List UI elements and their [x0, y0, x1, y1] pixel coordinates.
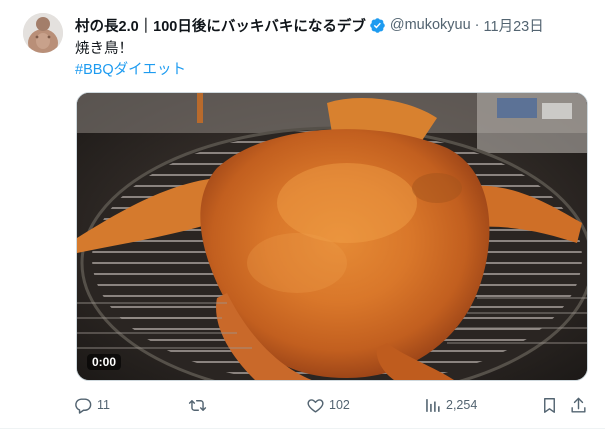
tweet-header: 村の長2.0｜100日後にバッキバキになるデブ @mukokyuu · 11月2… [75, 14, 591, 36]
action-bar: 11 102 2,254 [74, 392, 594, 418]
hashtag-line: #BBQダイエット [75, 60, 186, 80]
like-count: 102 [329, 398, 350, 412]
like-button[interactable]: 102 [306, 392, 350, 418]
post-date[interactable]: 11月23日 [484, 15, 544, 36]
retweet-button[interactable] [188, 392, 211, 418]
reply-button[interactable]: 11 [74, 392, 110, 418]
tweet-text: 焼き鳥！ [75, 41, 133, 57]
avatar-image [23, 13, 63, 53]
bookmark-button[interactable] [540, 392, 559, 418]
author-handle[interactable]: @mukokyuu [390, 17, 471, 33]
video-player[interactable]: 0:00 [76, 92, 588, 381]
views-button[interactable]: 2,254 [423, 392, 477, 418]
bookmark-icon [544, 397, 555, 413]
author-display-name[interactable]: 村の長2.0｜100日後にバッキバキになるデブ [75, 15, 366, 36]
video-timestamp: 0:00 [87, 354, 122, 370]
views-count: 2,254 [446, 398, 478, 412]
video-thumbnail [77, 93, 587, 380]
reply-icon [75, 397, 92, 414]
verified-badge-icon[interactable] [369, 17, 386, 34]
tweet-card[interactable]: 村の長2.0｜100日後にバッキバキになるデブ @mukokyuu · 11月2… [0, 0, 605, 429]
heart-icon [307, 398, 324, 413]
views-chart-icon [426, 398, 440, 412]
share-icon [571, 397, 586, 413]
avatar[interactable] [23, 13, 63, 53]
retweet-icon [188, 399, 207, 411]
reply-count: 11 [97, 398, 110, 412]
share-button[interactable] [569, 392, 588, 418]
separator-dot: · [474, 17, 480, 33]
hashtag-link[interactable]: #BBQダイエット [75, 62, 186, 78]
